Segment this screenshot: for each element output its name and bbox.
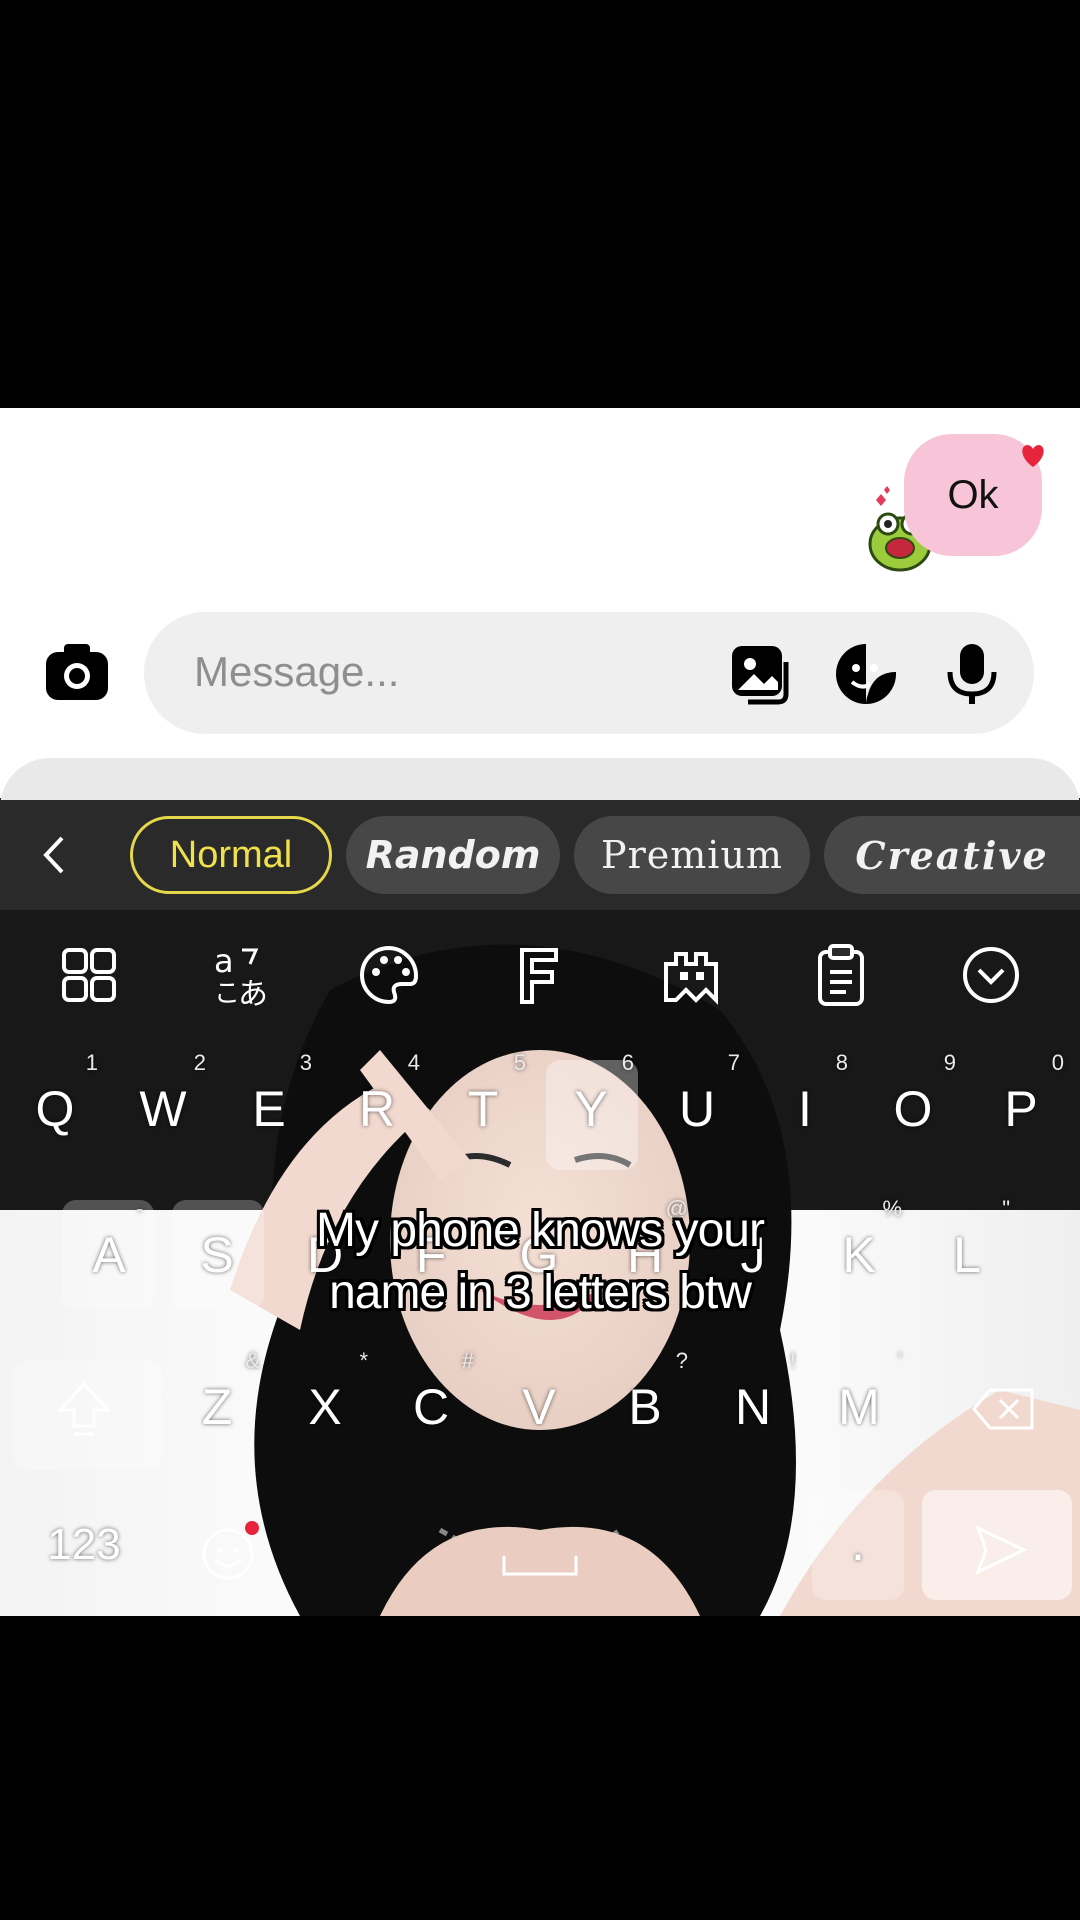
message-composer [0,606,1080,736]
space-icon [502,1556,578,1576]
key-label: C [412,1379,450,1435]
key-c[interactable]: # C [378,1348,484,1468]
key-w[interactable]: 2W [110,1050,216,1170]
key-hint: # [461,1348,474,1373]
font-chip-creative[interactable]: Creative [824,816,1080,894]
palette-icon[interactable] [354,940,424,1010]
key-label: I [798,1081,812,1137]
send-key[interactable] [922,1500,1072,1600]
video-caption: My phone knows your name in 3 letters bt… [0,1200,1080,1324]
key-t[interactable]: 5T [430,1050,536,1170]
key-r[interactable]: 4R [324,1050,430,1170]
key-label: V [522,1379,556,1435]
key-label: B [628,1379,662,1435]
key-hint: & [245,1348,260,1373]
collapse-icon[interactable] [956,940,1026,1010]
camera-icon[interactable] [44,642,110,702]
font-style-bar: Normal Random Premium Creative [0,800,1080,910]
key-label: M [838,1379,880,1435]
key-u[interactable]: 7U [644,1050,750,1170]
key-label: . [851,1515,865,1571]
svg-text:こ: こ [214,979,240,1009]
key-hint: * [359,1348,368,1373]
emoji-icon [202,1521,259,1580]
key-label: X [308,1379,342,1435]
chat-area: Ok [0,408,1080,818]
shift-key[interactable] [14,1348,154,1468]
translate-icon[interactable]: a こ あ [206,940,276,1012]
key-hint: 9 [943,1050,956,1075]
font-chip-premium[interactable]: Premium [574,816,810,894]
svg-text:a: a [214,942,234,980]
caption-line-2: name in 3 letters btw [329,1266,752,1319]
key-hint: ' [897,1348,902,1373]
heart-icon [1018,440,1048,470]
key-hint: 4 [407,1050,420,1075]
shift-icon [56,1381,112,1436]
key-hint: 2 [193,1050,206,1075]
key-q[interactable]: 1Q [2,1050,108,1170]
apps-grid-icon[interactable] [54,940,124,1010]
backspace-key[interactable] [940,1348,1070,1468]
font-icon[interactable] [504,940,574,1010]
key-p[interactable]: 0P [968,1050,1074,1170]
emoji-key[interactable] [180,1500,280,1600]
key-hint: 0 [1051,1050,1064,1075]
caption-line-1: My phone knows your [316,1204,765,1257]
key-label: P [1004,1081,1038,1137]
clipboard-icon[interactable] [806,940,876,1010]
key-label: Z [201,1379,233,1435]
key-label: E [252,1081,286,1137]
gallery-icon[interactable] [728,642,792,706]
key-z[interactable]: & Z [164,1348,270,1468]
key-hint: ! [789,1348,796,1373]
key-e[interactable]: 3E [216,1050,322,1170]
key-hint: 6 [621,1050,634,1075]
key-n[interactable]: ! N [700,1348,806,1468]
key-label: U [678,1081,716,1137]
key-label: O [893,1081,933,1137]
key-hint: 3 [299,1050,312,1075]
key-y[interactable]: 6Y [538,1050,644,1170]
back-chevron-icon[interactable] [30,830,80,880]
key-o[interactable]: 9O [860,1050,966,1170]
font-chip-random[interactable]: Random [346,816,560,894]
numbers-key[interactable]: 123 [14,1500,154,1600]
send-icon [975,1525,1028,1575]
svg-text:あ: あ [238,977,268,1010]
message-field[interactable] [144,612,1034,734]
backspace-icon [972,1388,1034,1430]
space-key[interactable] [300,1500,780,1600]
key-label: R [358,1081,396,1137]
key-label: 123 [47,1520,121,1569]
key-m[interactable]: ' M [806,1348,912,1468]
period-key[interactable]: . [812,1500,904,1600]
key-label: T [467,1081,499,1137]
message-input[interactable] [194,642,694,702]
key-hint: ? [675,1348,688,1373]
key-i[interactable]: 8I [752,1050,858,1170]
key-hint: 8 [835,1050,848,1075]
key-hint: 5 [513,1050,526,1075]
key-hint: 1 [85,1050,98,1075]
sticker-icon[interactable] [834,642,898,706]
key-label: W [139,1081,187,1137]
key-label: Y [574,1081,608,1137]
key-label: N [734,1379,772,1435]
game-icon[interactable] [656,940,726,1010]
key-x[interactable]: * X [272,1348,378,1468]
key-label: Q [35,1081,75,1137]
key-b[interactable]: ? B [592,1348,698,1468]
microphone-icon[interactable] [940,642,1004,706]
key-v[interactable]: V [486,1348,592,1468]
font-chip-normal[interactable]: Normal [130,816,332,894]
keyboard-toolbar: a こ あ [0,910,1080,1040]
key-hint: 7 [727,1050,740,1075]
